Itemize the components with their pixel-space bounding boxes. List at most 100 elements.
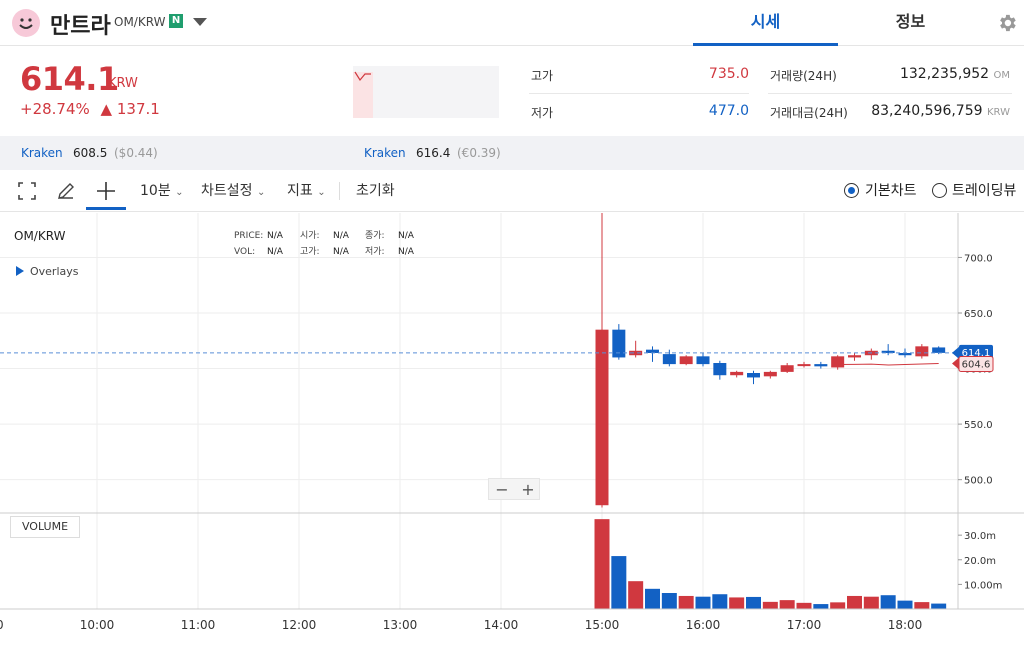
close-legend-value: N/A: [398, 231, 414, 241]
volume-bar: [813, 604, 829, 609]
candle-body: [696, 356, 710, 365]
candle-body: [730, 371, 744, 376]
mantra-logo-icon: [12, 9, 40, 37]
time-axis-label: 11:00: [181, 618, 216, 632]
coin-dropdown-icon[interactable]: [193, 18, 207, 26]
volume-bar: [712, 594, 728, 609]
high-legend-value: N/A: [333, 247, 349, 257]
volume-bar: [897, 600, 913, 609]
time-axis-label: 00: [0, 618, 4, 632]
interval-dropdown[interactable]: 10분 ⌄: [140, 178, 184, 204]
volume-bar: [746, 596, 761, 609]
indicators-dropdown[interactable]: 지표 ⌄: [287, 178, 326, 204]
exchange-name[interactable]: Kraken: [21, 146, 63, 160]
amount-24h-number: 83,240,596,759: [871, 103, 983, 119]
volume-24h-number: 132,235,952: [899, 66, 990, 82]
tradingview-label[interactable]: 트레이딩뷰: [952, 180, 1016, 200]
zoom-out-button[interactable]: −: [489, 480, 515, 499]
tradingview-radio[interactable]: [932, 183, 947, 198]
tab-market-price[interactable]: 시세: [693, 0, 838, 46]
volume-24h-unit: OM: [993, 70, 1011, 81]
fullscreen-icon[interactable]: [18, 182, 36, 200]
chart-grid: [0, 213, 958, 609]
volume-bar: [863, 596, 879, 609]
volume-bar: [796, 602, 812, 609]
candle-body: [763, 371, 777, 377]
exchange-prices: Kraken 608.5 ($0.44) Kraken 616.4 (€0.39…: [0, 136, 1024, 170]
change-percent: +28.74%: [20, 100, 90, 118]
zoom-controls: − +: [488, 478, 540, 500]
indicators-label: 지표: [287, 183, 313, 199]
candle-body: [831, 356, 845, 368]
change-amount: ▲ 137.1: [100, 100, 160, 118]
gear-icon[interactable]: [996, 12, 1018, 34]
open-legend-value: N/A: [333, 231, 349, 241]
overlays-label: Overlays: [30, 265, 79, 278]
overlays-toggle[interactable]: Overlays: [16, 265, 79, 278]
price-legend-value: N/A: [267, 231, 283, 241]
vol-legend-label: VOL:: [234, 247, 256, 257]
moving-average-line: [837, 362, 939, 366]
low-legend-label: 저가:: [365, 247, 385, 257]
basic-chart-label[interactable]: 기본차트: [865, 180, 917, 200]
chart-axes: 700.0650.0600.0550.0500.030.0m20.0m10.00…: [0, 213, 1024, 632]
chart-settings-dropdown[interactable]: 차트설정 ⌄: [201, 178, 265, 204]
ma-price-tag-arrow: [952, 357, 959, 370]
amount-24h-label: 거래대금(24H): [770, 106, 848, 120]
volume-toggle-button[interactable]: VOLUME: [10, 516, 80, 538]
high-label: 고가: [531, 69, 554, 83]
low-value: 477.0: [708, 103, 749, 119]
price-summary: 614.1 KRW +28.74% ▲ 137.1 고가 735.0 저가 47…: [0, 46, 1024, 136]
current-price: 614.1: [20, 60, 119, 98]
reset-button[interactable]: 초기화: [356, 178, 395, 204]
sparkline-chart: [353, 66, 499, 118]
volume-bar: [594, 519, 610, 609]
low-label: 저가: [531, 106, 554, 120]
volume-bars: [594, 519, 947, 609]
volume-bar: [645, 588, 660, 609]
basic-chart-radio[interactable]: [844, 183, 859, 198]
pencil-icon[interactable]: [56, 181, 76, 201]
price-currency: KRW: [108, 76, 138, 91]
exchange-name[interactable]: Kraken: [364, 146, 406, 160]
volume-axis-label: 30.0m: [964, 531, 996, 542]
volume-bar: [880, 595, 896, 609]
new-badge: N: [169, 14, 183, 28]
candle-body: [814, 364, 828, 367]
open-legend-label: 시가:: [300, 231, 320, 241]
volume-bar: [611, 556, 627, 609]
candle-body: [797, 364, 811, 367]
coin-name: 만트라: [50, 14, 111, 39]
candle-body: [595, 329, 609, 506]
price-axis-label: 550.0: [964, 420, 993, 431]
candlestick-chart-svg[interactable]: 700.0650.0600.0550.0500.030.0m20.0m10.00…: [0, 213, 1024, 645]
price-chart[interactable]: 700.0650.0600.0550.0500.030.0m20.0m10.00…: [0, 213, 1024, 645]
candle-body: [713, 363, 727, 376]
volume-bar: [914, 602, 930, 609]
crosshair-icon[interactable]: [96, 181, 116, 201]
price-change: +28.74% ▲ 137.1: [20, 100, 160, 118]
candle-body: [662, 354, 676, 365]
volume-24h-label: 거래량(24H): [770, 69, 837, 83]
vol-legend-value: N/A: [267, 247, 283, 257]
volume-bar: [830, 602, 846, 609]
chevron-down-icon: ⌄: [317, 187, 326, 198]
interval-label: 10분: [140, 183, 171, 199]
tab-info[interactable]: 정보: [838, 0, 983, 46]
time-axis-label: 12:00: [282, 618, 317, 632]
high-value: 735.0: [708, 66, 749, 82]
zoom-in-button[interactable]: +: [515, 480, 541, 499]
exchange-price: 608.5: [73, 146, 108, 160]
chart-settings-label: 차트설정: [201, 183, 253, 199]
chart-toolbar: 10분 ⌄ 차트설정 ⌄ 지표 ⌄ 초기화 기본차트 트레이딩뷰: [0, 170, 1024, 212]
candle-body: [679, 356, 693, 365]
chevron-down-icon: ⌄: [175, 187, 184, 198]
time-axis-label: 14:00: [484, 618, 519, 632]
header: 만트라 OM/KRW N 시세 정보: [0, 0, 1024, 46]
close-legend-label: 종가:: [365, 231, 385, 241]
volume-axis-label: 10.00m: [964, 580, 1002, 591]
volume-24h-value: 132,235,952 OM: [850, 66, 1010, 82]
toolbar-divider: [339, 182, 340, 200]
volume-bar: [931, 603, 947, 609]
candle-body: [848, 355, 861, 358]
